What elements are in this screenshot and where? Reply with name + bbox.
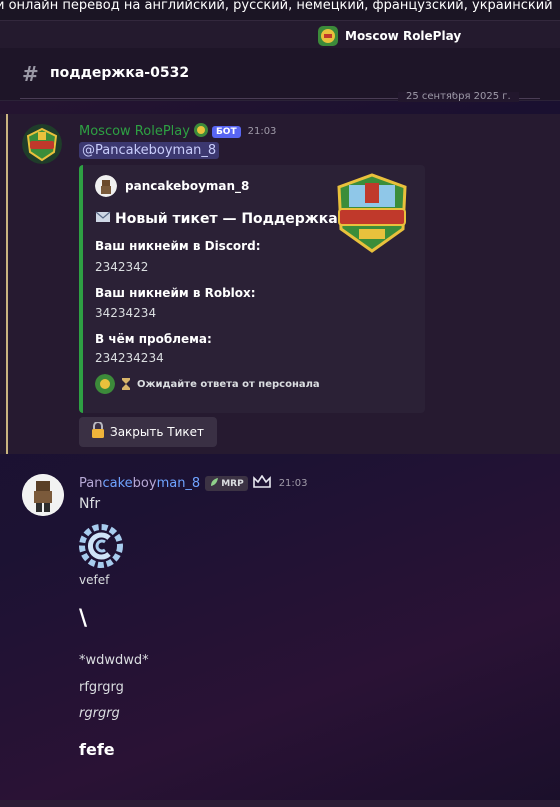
bot-avatar[interactable] (22, 124, 62, 164)
footer-icon (95, 374, 115, 394)
message-line-italic: rgrgrg (79, 706, 120, 721)
emoji-caption: vefef (79, 573, 110, 587)
close-ticket-button[interactable]: Закрыть Тикет (79, 417, 217, 447)
highlight-bar (6, 114, 8, 454)
embed-title: Новый тикет — Поддержка (95, 210, 338, 228)
field-name-discord: Ваш никнейм в Discord: (95, 239, 261, 253)
date-divider-label: 25 сентября 2025 г. (398, 92, 519, 102)
author-name-segment: cake (102, 476, 133, 491)
field-value-discord: 2342342 (95, 260, 149, 274)
server-tag-icon (193, 122, 208, 141)
hourglass-icon (121, 375, 131, 394)
clan-tag-label: MRP (221, 478, 244, 489)
text-channel-icon: # (22, 62, 39, 86)
close-ticket-label: Закрыть Тикет (110, 425, 205, 439)
channel-name: поддержка-0532 (50, 65, 190, 81)
envelope-icon (95, 210, 111, 228)
message-line-bold: fefe (79, 740, 115, 759)
author-name-segment: Pan (79, 476, 103, 491)
message-timestamp[interactable]: 21:03 (248, 126, 277, 137)
user-message-timestamp[interactable]: 21:03 (279, 478, 308, 489)
user-message-header: Pancakeboyman_8 MRP 21:03 (79, 474, 308, 493)
bottom-edge (0, 800, 560, 807)
field-name-roblox: Ваш никнейм в Roblox: (95, 286, 256, 300)
crown-icon (252, 474, 271, 493)
ticket-embed: pancakeboyman_8 Новый тикет — Поддержка … (79, 165, 425, 413)
author-name-segment: man_8 (156, 476, 201, 491)
clan-tag-icon (209, 477, 219, 490)
bot-author-name[interactable]: Moscow RolePlay (79, 124, 190, 139)
message-line-plain: rfgrgrg (79, 680, 124, 695)
field-value-problem: 234234234 (95, 351, 164, 365)
message-line-asterisk: *wdwdwd* (79, 653, 149, 668)
bot-message: Moscow RolePlay БОТ 21:03 @Pancakeboyman… (0, 114, 560, 454)
message-heading: \ (79, 606, 88, 631)
translate-strip-text: и онлайн перевод на английский, русский,… (0, 0, 553, 13)
browser-translate-strip: и онлайн перевод на английский, русский,… (0, 0, 560, 20)
embed-thumbnail-logo[interactable] (331, 173, 413, 255)
user-avatar[interactable] (22, 474, 64, 516)
server-title[interactable]: Moscow RolePlay (318, 26, 461, 46)
field-value-roblox: 34234234 (95, 306, 157, 320)
embed-footer-text: Ожидайте ответа от персонала (137, 378, 320, 390)
embed-author-name: pancakeboyman_8 (125, 179, 250, 193)
bot-message-header: Moscow RolePlay БОТ 21:03 (79, 122, 276, 141)
embed-author: pancakeboyman_8 (95, 175, 249, 197)
bot-badge: БОТ (211, 125, 241, 138)
embed-footer: Ожидайте ответа от персонала (95, 374, 320, 394)
embed-title-text: Новый тикет — Поддержка (115, 211, 338, 227)
server-name: Moscow RolePlay (345, 29, 462, 43)
embed-author-avatar (95, 175, 117, 197)
gear-emoji-icon[interactable] (79, 524, 123, 568)
user-mention[interactable]: @Pancakeboyman_8 (79, 142, 220, 159)
server-icon (318, 26, 338, 46)
field-name-problem: В чём проблема: (95, 332, 212, 346)
message-line-first: Nfr (79, 496, 101, 512)
title-bar: Moscow RolePlay (0, 20, 560, 49)
lock-icon (91, 421, 105, 442)
author-name-segment: boy (132, 476, 157, 491)
date-divider: 25 сентября 2025 г. (20, 92, 560, 102)
clan-tag[interactable]: MRP (205, 476, 248, 491)
user-author-name[interactable]: Pancakeboyman_8 (79, 476, 200, 491)
